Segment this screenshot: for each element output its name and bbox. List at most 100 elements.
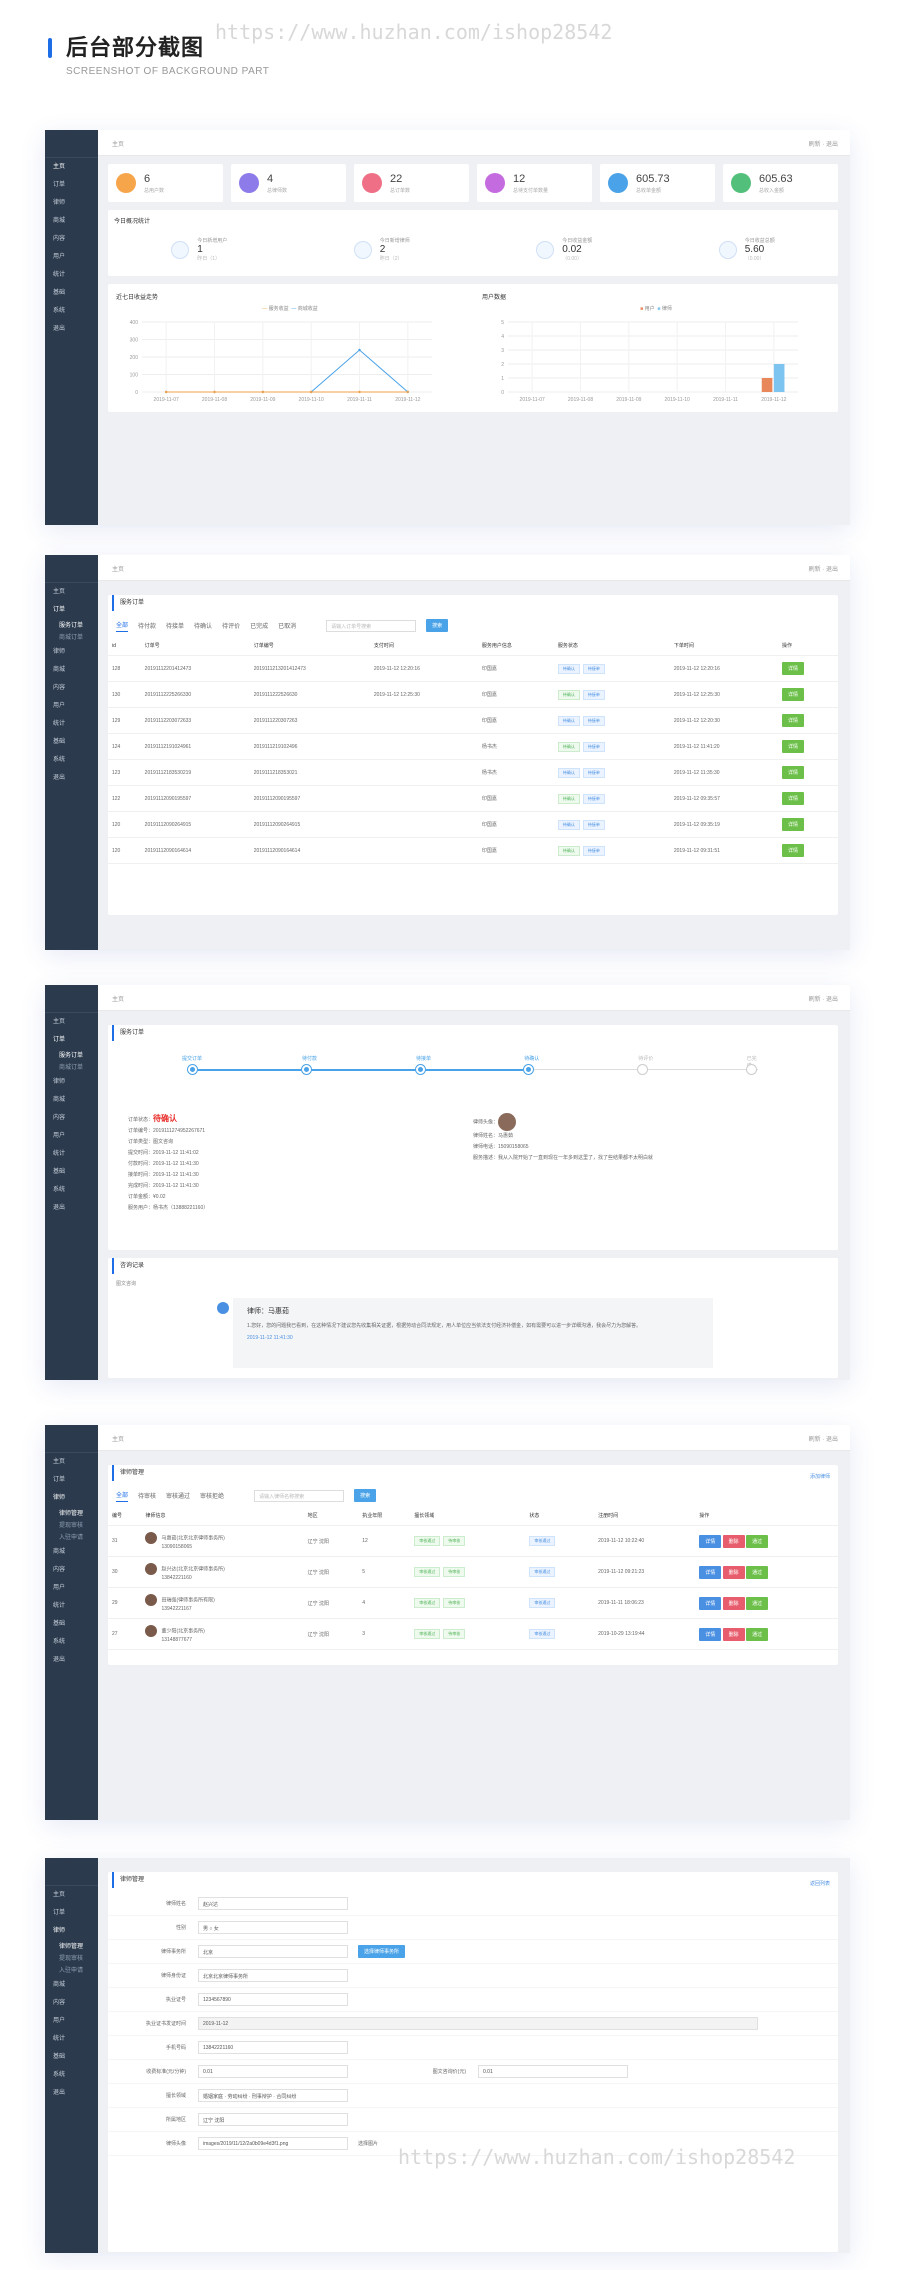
topbar-home-link[interactable]: 主页 xyxy=(112,139,124,148)
sidebar-item-order[interactable]: 订单 xyxy=(45,176,98,194)
field-input[interactable]: 1234567890 xyxy=(198,1993,348,2006)
sidebar-item-order[interactable]: 订单 xyxy=(45,1471,98,1489)
detail-button[interactable]: 详情 xyxy=(781,766,804,779)
sidebar-item-basic[interactable]: 基础 xyxy=(45,2048,98,2066)
approve-button[interactable]: 通过 xyxy=(746,1534,769,1548)
logout-link[interactable]: 退出 xyxy=(826,567,838,573)
sidebar-item-system[interactable]: 系统 xyxy=(45,1633,98,1651)
sidebar-item-logout[interactable]: 退出 xyxy=(45,2084,98,2102)
field-input[interactable]: 2019-11-12 xyxy=(198,2017,758,2030)
sidebar-sub-withdraw[interactable]: 提现审核 xyxy=(45,1952,98,1964)
sidebar-item-logout[interactable]: 退出 xyxy=(45,320,98,338)
search-input[interactable]: 请输入律师名称搜索 xyxy=(254,1489,345,1502)
sidebar-item-lawyer[interactable]: 律师 xyxy=(45,1489,98,1507)
refresh-link[interactable]: 刷新 xyxy=(809,142,821,148)
sidebar-item-basic[interactable]: 基础 xyxy=(45,1163,98,1181)
refresh-link[interactable]: 刷新 xyxy=(809,567,821,573)
sidebar-item-system[interactable]: 系统 xyxy=(45,1181,98,1199)
sidebar-item-stats[interactable]: 统计 xyxy=(45,715,98,733)
field-input[interactable]: 男 ○ 女 xyxy=(198,1921,348,1934)
sidebar-item-mall[interactable]: 商城 xyxy=(45,1091,98,1109)
sidebar-item-content[interactable]: 内容 xyxy=(45,1561,98,1579)
sidebar-sub-apply[interactable]: 入驻申请 xyxy=(45,1964,98,1976)
sidebar-item-home[interactable]: 主页 xyxy=(45,158,98,176)
detail-button[interactable]: 详情 xyxy=(781,714,804,727)
field-input[interactable]: 北京 xyxy=(198,1945,348,1958)
detail-button[interactable]: 详情 xyxy=(699,1534,722,1548)
field-input[interactable]: images/2019/11/12/2a0b09e4d3f1.png xyxy=(198,2137,348,2150)
sidebar-item-lawyer[interactable]: 律师 xyxy=(45,1073,98,1091)
field-input[interactable]: 婚姻家庭 · 劳动纠纷 · 刑事辩护 · 合同纠纷 xyxy=(198,2089,348,2102)
sidebar-sub-mall-order[interactable]: 商城订单 xyxy=(45,631,98,643)
delete-button[interactable]: 删除 xyxy=(722,1627,745,1641)
sidebar-item-mall[interactable]: 商城 xyxy=(45,1976,98,1994)
field-input[interactable]: 0.01 xyxy=(478,2065,628,2078)
search-button[interactable]: 搜索 xyxy=(354,1489,377,1502)
tab-pending[interactable]: 待审核 xyxy=(138,1491,156,1500)
sidebar-item-basic[interactable]: 基础 xyxy=(45,1615,98,1633)
approve-button[interactable]: 通过 xyxy=(746,1627,769,1641)
logout-link[interactable]: 退出 xyxy=(826,997,838,1003)
tab-done[interactable]: 已完成 xyxy=(250,621,268,630)
search-button[interactable]: 搜索 xyxy=(426,619,449,632)
sidebar-sub-lawyer-manage[interactable]: 律师管理 xyxy=(45,1507,98,1519)
topbar-home-link[interactable]: 主页 xyxy=(112,1434,124,1443)
tab-all[interactable]: 全部 xyxy=(116,1490,129,1502)
sidebar-item-user[interactable]: 用户 xyxy=(45,1127,98,1145)
detail-button[interactable]: 详情 xyxy=(781,740,804,753)
sidebar-item-logout[interactable]: 退出 xyxy=(45,769,98,787)
sidebar-sub-apply[interactable]: 入驻申请 xyxy=(45,1531,98,1543)
back-to-list-link[interactable]: 返回列表 xyxy=(810,1880,830,1887)
sidebar-sub-withdraw[interactable]: 提现审核 xyxy=(45,1519,98,1531)
topbar-home-link[interactable]: 主页 xyxy=(112,994,124,1003)
tab-wait-confirm[interactable]: 待确认 xyxy=(194,621,212,630)
sidebar-item-user[interactable]: 用户 xyxy=(45,2012,98,2030)
sidebar-item-lawyer[interactable]: 律师 xyxy=(45,194,98,212)
tab-approved[interactable]: 审核通过 xyxy=(166,1491,190,1500)
field-input[interactable]: 北京北京律师事务所 xyxy=(198,1969,348,1982)
sidebar-item-logout[interactable]: 退出 xyxy=(45,1199,98,1217)
sidebar-item-system[interactable]: 系统 xyxy=(45,2066,98,2084)
sidebar-item-home[interactable]: 主页 xyxy=(45,1013,98,1031)
sidebar-item-system[interactable]: 系统 xyxy=(45,751,98,769)
topbar-home-link[interactable]: 主页 xyxy=(112,564,124,573)
sidebar-item-stats[interactable]: 统计 xyxy=(45,1597,98,1615)
tab-wait-review[interactable]: 待评价 xyxy=(222,621,240,630)
refresh-link[interactable]: 刷新 xyxy=(809,997,821,1003)
sidebar-item-stats[interactable]: 统计 xyxy=(45,2030,98,2048)
detail-button[interactable]: 详情 xyxy=(781,792,804,805)
detail-button[interactable]: 详情 xyxy=(781,844,804,857)
sidebar-item-system[interactable]: 系统 xyxy=(45,302,98,320)
sidebar-item-logout[interactable]: 退出 xyxy=(45,1651,98,1669)
sidebar-item-content[interactable]: 内容 xyxy=(45,230,98,248)
sidebar-item-home[interactable]: 主页 xyxy=(45,1886,98,1904)
sidebar-item-content[interactable]: 内容 xyxy=(45,679,98,697)
sidebar-item-home[interactable]: 主页 xyxy=(45,1453,98,1471)
upload-button[interactable]: 选择图片 xyxy=(358,2140,378,2147)
delete-button[interactable]: 删除 xyxy=(722,1534,745,1548)
delete-button[interactable]: 删除 xyxy=(722,1596,745,1610)
sidebar-sub-mall-order[interactable]: 商城订单 xyxy=(45,1061,98,1073)
detail-button[interactable]: 详情 xyxy=(699,1596,722,1610)
sidebar-item-lawyer[interactable]: 律师 xyxy=(45,1922,98,1940)
select-firm-button[interactable]: 选择律师事务所 xyxy=(358,1945,406,1958)
sidebar-item-order[interactable]: 订单 xyxy=(45,601,98,619)
sidebar-item-user[interactable]: 用户 xyxy=(45,1579,98,1597)
sidebar-item-basic[interactable]: 基础 xyxy=(45,284,98,302)
approve-button[interactable]: 通过 xyxy=(746,1596,769,1610)
sidebar-item-stats[interactable]: 统计 xyxy=(45,1145,98,1163)
sidebar-item-order[interactable]: 订单 xyxy=(45,1031,98,1049)
detail-button[interactable]: 详情 xyxy=(781,818,804,831)
sidebar-item-stats[interactable]: 统计 xyxy=(45,266,98,284)
tab-all[interactable]: 全部 xyxy=(116,620,129,632)
field-input[interactable]: 0.01 xyxy=(198,2065,348,2078)
sidebar-sub-service-order[interactable]: 服务订单 xyxy=(45,1049,98,1061)
detail-button[interactable]: 详情 xyxy=(781,688,804,701)
tab-cancelled[interactable]: 已取消 xyxy=(278,621,296,630)
sidebar-sub-lawyer-manage[interactable]: 律师管理 xyxy=(45,1940,98,1952)
sidebar-item-user[interactable]: 用户 xyxy=(45,697,98,715)
sidebar-item-lawyer[interactable]: 律师 xyxy=(45,643,98,661)
sidebar-item-user[interactable]: 用户 xyxy=(45,248,98,266)
sidebar-item-content[interactable]: 内容 xyxy=(45,1994,98,2012)
sidebar-item-basic[interactable]: 基础 xyxy=(45,733,98,751)
